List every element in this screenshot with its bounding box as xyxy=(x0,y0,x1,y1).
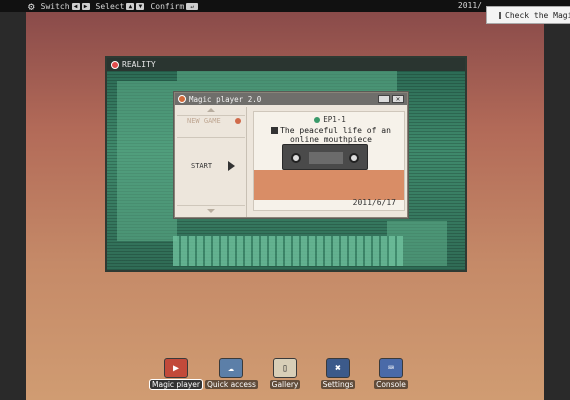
cloud-icon: ☁ xyxy=(219,358,243,378)
cassette-date: 2011/6/17 xyxy=(352,198,396,207)
menu-divider xyxy=(177,205,245,206)
magic-player-window: Magic player 2.0 ✕ NEW GAME START EP1-1 … xyxy=(174,92,408,218)
dock-label: Gallery xyxy=(269,380,301,389)
play-icon: ▶ xyxy=(164,358,188,378)
new-game-option[interactable]: NEW GAME xyxy=(177,117,245,125)
monitor-title: REALITY xyxy=(122,60,156,69)
switch-hint: Switch ◀ ▶ xyxy=(41,2,90,11)
up-key-icon: ▲ xyxy=(126,2,135,10)
magic-player-titlebar[interactable]: Magic player 2.0 ✕ xyxy=(175,93,407,105)
dock-quick-access[interactable]: ☁ Quick access xyxy=(205,358,258,389)
dock-label: Quick access xyxy=(205,380,258,389)
scroll-down-icon[interactable] xyxy=(207,209,215,213)
enter-key-icon: ↵ xyxy=(186,2,199,10)
console-icon: ⌨ xyxy=(379,358,403,378)
new-game-label: NEW GAME xyxy=(187,117,221,125)
record-dot-icon xyxy=(234,118,241,124)
magic-player-icon xyxy=(178,95,186,103)
menu-divider xyxy=(177,137,245,138)
top-date: 2011/ xyxy=(457,1,482,10)
play-arrow-icon xyxy=(228,161,236,171)
right-reel xyxy=(349,153,359,163)
cassette-panel: EP1-1 The peaceful life of an online mou… xyxy=(253,111,405,211)
confirm-hint: Confirm ↵ xyxy=(150,1,199,11)
episode-dot-icon xyxy=(314,117,321,123)
dock-settings[interactable]: ✖ Settings xyxy=(312,358,364,389)
song-title-box: The peaceful life of an online mouthpiec… xyxy=(258,126,404,144)
wrench-icon: ✖ xyxy=(326,358,350,378)
switch-label: Switch xyxy=(40,1,70,11)
close-button[interactable]: ✕ xyxy=(392,95,404,103)
monitor-titlebar: REALITY xyxy=(107,58,465,71)
tape-window xyxy=(309,152,343,164)
down-key-icon: ▼ xyxy=(136,2,145,10)
menu-divider xyxy=(177,115,245,116)
dock-magic-player[interactable]: ▶ Magic player xyxy=(149,358,203,390)
game-menu: NEW GAME START xyxy=(177,107,247,217)
left-reel xyxy=(291,153,301,163)
confirm-label: Confirm xyxy=(150,1,185,11)
gear-icon[interactable]: ⚙ xyxy=(28,0,35,13)
episode-text: EP1-1 xyxy=(323,115,346,124)
cassette-icon xyxy=(271,127,279,134)
reality-icon xyxy=(111,60,119,69)
checkbox[interactable] xyxy=(499,11,501,19)
keyboard-shape xyxy=(173,236,403,266)
shelf-shape xyxy=(117,81,177,241)
left-letterbox xyxy=(0,12,26,400)
dock-label: Magic player xyxy=(149,379,203,390)
dock-label: Console xyxy=(374,380,408,389)
song-title: The peaceful life of an online mouthpiec… xyxy=(280,126,391,144)
dock-console[interactable]: ⌨ Console xyxy=(365,358,417,389)
right-key-icon: ▶ xyxy=(81,2,90,10)
dock-gallery[interactable]: ▯ Gallery xyxy=(259,358,311,389)
episode-label: EP1-1 xyxy=(254,115,406,124)
minimize-button[interactable] xyxy=(378,95,390,103)
left-key-icon: ◀ xyxy=(71,2,80,10)
top-control-bar: ⚙ Switch ◀ ▶ Select ▲ ▼ Confirm ↵ 2011/ xyxy=(0,0,570,13)
check-magic-popup[interactable]: Check the Magic xyxy=(486,6,570,24)
scroll-up-icon[interactable] xyxy=(207,108,215,112)
select-label: Select xyxy=(95,1,125,11)
magic-player-title: Magic player 2.0 xyxy=(189,94,262,104)
cassette-tape xyxy=(282,144,368,170)
start-option[interactable]: START xyxy=(177,161,245,171)
right-letterbox xyxy=(544,12,570,400)
cassette-label-band xyxy=(254,170,404,200)
popup-label: Check the Magic xyxy=(505,10,570,20)
book-icon: ▯ xyxy=(273,358,297,378)
select-hint: Select ▲ ▼ xyxy=(96,2,145,11)
start-label: START xyxy=(191,162,213,170)
dock-label: Settings xyxy=(320,380,356,389)
